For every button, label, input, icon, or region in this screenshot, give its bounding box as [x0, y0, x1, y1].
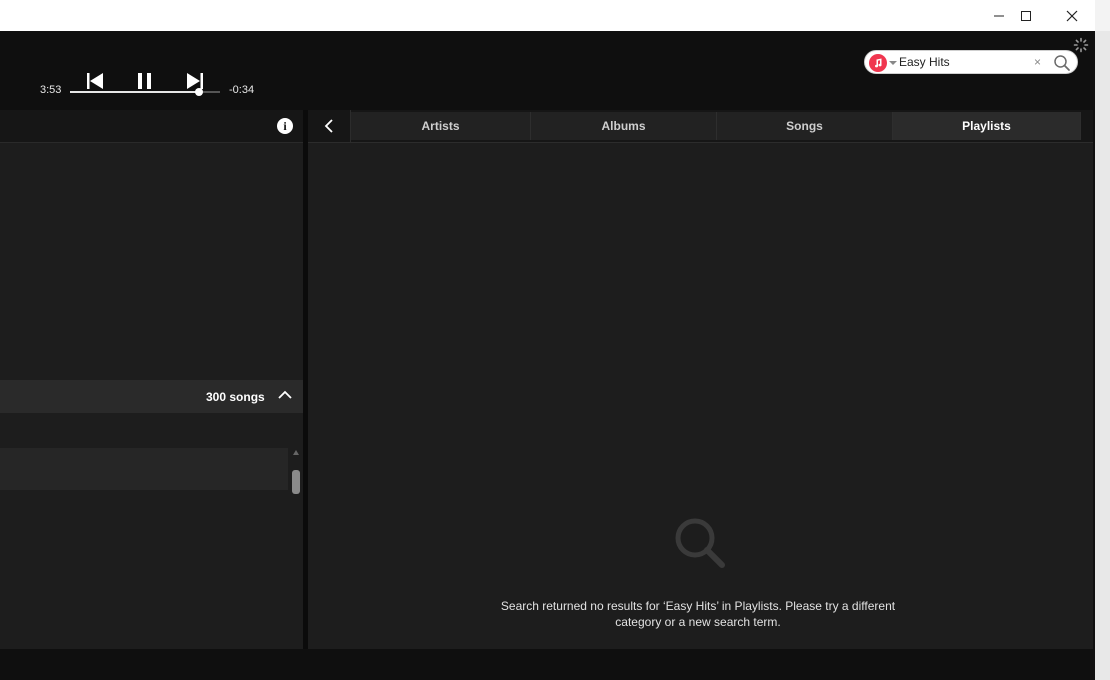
- progress-fill: [70, 91, 199, 93]
- back-button[interactable]: [308, 110, 351, 142]
- up-next-bar[interactable]: 300 songs: [0, 380, 303, 413]
- search-icon[interactable]: [1053, 54, 1071, 72]
- music-note-icon[interactable]: [869, 54, 887, 72]
- search-results-panel: Artists Albums Songs Playlists Search re…: [308, 110, 1093, 649]
- background-window-edge: [1095, 31, 1110, 680]
- close-icon: [1066, 10, 1078, 21]
- no-results-message: Search returned no results for ‘Easy Hit…: [500, 599, 896, 629]
- chevron-up-icon[interactable]: [278, 390, 292, 400]
- remaining-time: -0:34: [229, 84, 255, 96]
- clear-search-icon[interactable]: ×: [1034, 55, 1041, 69]
- maximize-icon: [1021, 10, 1031, 21]
- elapsed-time: 3:53: [40, 84, 62, 96]
- chevron-left-icon: [324, 119, 333, 133]
- search-box[interactable]: ×: [864, 50, 1078, 74]
- close-button[interactable]: [1049, 0, 1095, 31]
- song-count: 300 songs: [206, 390, 265, 404]
- tab-artists[interactable]: Artists: [351, 112, 531, 140]
- search-input[interactable]: [899, 54, 1029, 70]
- previous-icon[interactable]: [86, 72, 104, 90]
- tab-songs[interactable]: Songs: [717, 112, 893, 140]
- title-bar: [0, 0, 1095, 31]
- tab-playlists[interactable]: Playlists: [893, 112, 1081, 140]
- maximize-button[interactable]: [1003, 0, 1049, 31]
- tab-albums[interactable]: Albums: [531, 112, 717, 140]
- category-tabs: Artists Albums Songs Playlists: [308, 110, 1093, 143]
- list-item[interactable]: [0, 448, 288, 490]
- next-icon[interactable]: [186, 72, 204, 90]
- now-playing-panel: i 300 songs: [0, 110, 303, 649]
- chevron-down-icon[interactable]: [889, 61, 897, 65]
- info-icon[interactable]: i: [277, 118, 293, 134]
- activity-spinner-icon: [1073, 37, 1089, 53]
- empty-search-icon: [675, 518, 725, 568]
- now-playing-header: i: [0, 110, 303, 143]
- progress-slider[interactable]: [70, 88, 220, 96]
- pause-icon[interactable]: [137, 72, 153, 90]
- scrollbar[interactable]: [291, 448, 301, 498]
- progress-thumb[interactable]: [195, 88, 203, 96]
